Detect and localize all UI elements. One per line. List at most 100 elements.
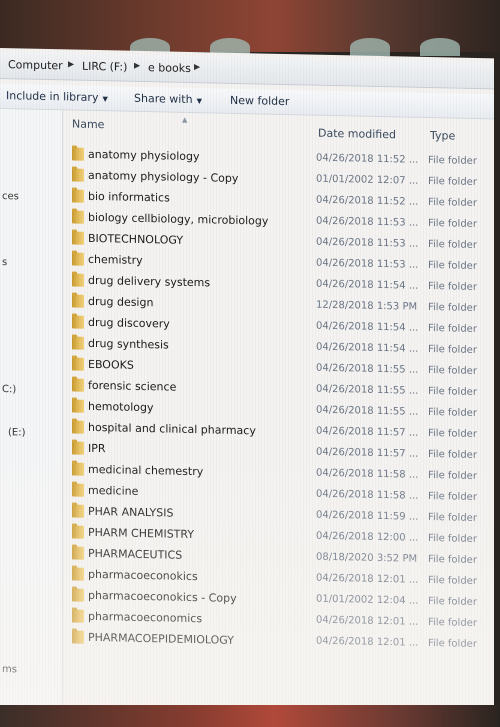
nav-item[interactable]: ces <box>2 191 19 202</box>
file-type: File folder <box>428 469 477 482</box>
file-type: File folder <box>428 574 477 587</box>
file-name: bio informatics <box>88 189 170 205</box>
chevron-down-icon: ▼ <box>196 97 202 106</box>
file-name: drug synthesis <box>88 336 169 352</box>
folder-icon <box>72 504 84 518</box>
breadcrumb-separator-icon[interactable]: ▶ <box>194 62 200 71</box>
file-type: File folder <box>428 301 477 314</box>
folder-icon <box>72 525 84 539</box>
breadcrumb-folder[interactable]: e books <box>148 61 191 75</box>
folder-icon <box>72 378 84 392</box>
address-bar[interactable]: Computer ▶ LIRC (F:) ▶ e books ▶ <box>0 52 494 90</box>
file-name: medicinal chemestry <box>88 462 204 479</box>
file-name: anatomy physiology - Copy <box>88 168 239 185</box>
include-in-library-button[interactable]: Include in library ▼ <box>6 89 108 104</box>
folder-icon <box>72 252 84 266</box>
file-date: 04/26/2018 11:59 ... <box>316 509 419 523</box>
folder-icon <box>72 546 84 560</box>
file-date: 04/26/2018 11:53 ... <box>316 215 419 229</box>
breadcrumb-separator-icon[interactable]: ▶ <box>68 59 74 68</box>
desktop-background-top <box>0 0 500 56</box>
file-name: PHARMACEUTICS <box>88 546 183 562</box>
file-type: File folder <box>428 427 477 440</box>
file-name: chemistry <box>88 252 143 267</box>
file-type: File folder <box>428 322 477 335</box>
file-date: 04/26/2018 11:54 ... <box>316 341 419 355</box>
file-type: File folder <box>428 511 477 524</box>
new-folder-button[interactable]: New folder <box>230 94 289 108</box>
folder-icon <box>72 273 84 287</box>
file-date: 04/26/2018 11:57 ... <box>316 446 419 460</box>
file-type: File folder <box>428 196 477 209</box>
file-name: EBOOKS <box>88 357 134 372</box>
file-date: 04/26/2018 12:00 ... <box>316 530 419 544</box>
file-name: drug discovery <box>88 315 170 331</box>
file-date: 08/18/2020 3:52 PM <box>316 551 418 565</box>
sort-ascending-icon: ▲ <box>182 115 188 124</box>
folder-icon <box>72 357 84 371</box>
include-in-library-label: Include in library <box>6 89 99 105</box>
folder-icon <box>72 483 84 497</box>
file-type: File folder <box>428 553 477 566</box>
nav-item[interactable]: ms <box>2 664 17 675</box>
folder-icon <box>72 420 84 434</box>
file-name: PHARMACOEPIDEMIOLOGY <box>88 630 234 647</box>
file-type: File folder <box>428 406 477 419</box>
folder-icon <box>72 210 84 224</box>
file-name: pharmacoeconokics <box>88 567 198 584</box>
folder-icon <box>72 462 84 476</box>
folder-icon <box>72 399 84 413</box>
file-date: 04/26/2018 12:01 ... <box>316 614 419 628</box>
file-type: File folder <box>428 385 477 398</box>
navigation-pane: ces s C:) (E:) ms <box>0 109 63 711</box>
folder-icon <box>72 315 84 329</box>
file-type: File folder <box>428 616 477 629</box>
folder-icon <box>72 441 84 455</box>
file-date: 04/26/2018 11:55 ... <box>316 404 419 418</box>
file-name: BIOTECHNOLOGY <box>88 231 184 247</box>
breadcrumb-separator-icon[interactable]: ▶ <box>134 61 140 70</box>
file-date: 04/26/2018 11:58 ... <box>316 488 419 502</box>
file-name: PHAR ANALYSIS <box>88 504 174 520</box>
file-type: File folder <box>428 595 477 608</box>
file-type: File folder <box>428 364 477 377</box>
file-name: medicine <box>88 483 139 498</box>
file-type: File folder <box>428 154 477 167</box>
file-type: File folder <box>428 259 477 272</box>
desktop-shape <box>350 38 390 56</box>
file-type: File folder <box>428 448 477 461</box>
chevron-down-icon: ▼ <box>102 95 108 104</box>
file-date: 01/01/2002 12:04 ... <box>316 593 419 607</box>
nav-item[interactable]: C:) <box>2 384 16 395</box>
folder-icon <box>72 294 84 308</box>
file-date: 04/26/2018 11:52 ... <box>316 194 419 208</box>
file-name: forensic science <box>88 378 177 394</box>
column-header-type[interactable]: Type <box>430 129 455 143</box>
column-header-date[interactable]: Date modified <box>318 127 396 142</box>
file-date: 04/26/2018 11:53 ... <box>316 257 419 271</box>
file-date: 04/26/2018 12:01 ... <box>316 572 419 586</box>
file-type: File folder <box>428 175 477 188</box>
breadcrumb-computer[interactable]: Computer <box>8 58 63 72</box>
file-date: 04/26/2018 11:54 ... <box>316 320 419 334</box>
share-with-button[interactable]: Share with ▼ <box>134 92 202 106</box>
file-date: 04/26/2018 11:57 ... <box>316 425 419 439</box>
file-name: biology cellbiology, microbiology <box>88 210 269 228</box>
file-date: 04/26/2018 11:53 ... <box>316 236 419 250</box>
file-type: File folder <box>428 490 477 503</box>
file-name: PHARM CHEMISTRY <box>88 525 195 542</box>
nav-item[interactable]: (E:) <box>8 427 26 438</box>
nav-item[interactable]: s <box>2 257 7 268</box>
file-name: IPR <box>88 441 106 456</box>
breadcrumb-drive[interactable]: LIRC (F:) <box>82 60 127 74</box>
folder-icon <box>72 567 84 581</box>
folder-icon <box>72 168 84 182</box>
column-header-name[interactable]: Name <box>72 118 104 132</box>
file-name: hospital and clinical pharmacy <box>88 420 256 438</box>
file-type: File folder <box>428 343 477 356</box>
folder-icon <box>72 609 84 623</box>
file-date: 04/26/2018 11:55 ... <box>316 383 419 397</box>
file-date: 04/26/2018 11:58 ... <box>316 467 419 481</box>
file-date: 12/28/2018 1:53 PM <box>316 299 418 313</box>
file-name: pharmacoeconokics - Copy <box>88 588 237 605</box>
